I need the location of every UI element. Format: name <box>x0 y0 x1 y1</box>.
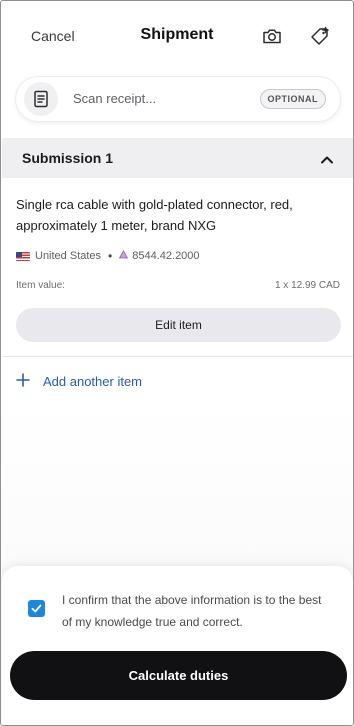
confirm-checkbox[interactable] <box>28 600 45 617</box>
item-meta: United States • 8544.42.2000 <box>16 249 200 263</box>
add-another-item-label: Add another item <box>43 373 143 389</box>
tariff-code-icon <box>119 249 129 262</box>
receipt-icon <box>24 82 58 116</box>
camera-icon[interactable] <box>261 25 283 47</box>
section-divider <box>2 356 353 357</box>
nav-header: Cancel Shipment <box>1 19 353 55</box>
submission-header[interactable]: Submission 1 <box>2 138 353 178</box>
chevron-up-icon[interactable] <box>320 152 334 170</box>
app-screen: Cancel Shipment Scan receipt... OPTIONAL <box>0 0 354 726</box>
add-another-item-button[interactable]: Add another item <box>16 372 142 390</box>
scan-receipt-button[interactable]: Scan receipt... OPTIONAL <box>16 77 340 121</box>
optional-badge: OPTIONAL <box>259 89 326 109</box>
item-description: Single rca cable with gold-plated connec… <box>16 197 293 233</box>
plus-icon <box>16 372 34 390</box>
edit-item-button[interactable]: Edit item <box>16 308 341 342</box>
page-title: Shipment <box>140 26 214 43</box>
item-value-amount: 1 x 12.99 CAD <box>274 280 340 291</box>
meta-separator: • <box>108 249 113 263</box>
tag-plus-icon[interactable] <box>309 25 331 47</box>
scan-receipt-label: Scan receipt... <box>73 91 157 106</box>
submission-title: Submission 1 <box>22 150 114 166</box>
item-hs-code: 8544.42.2000 <box>132 250 200 262</box>
item-country: United States <box>35 250 102 262</box>
calculate-duties-button[interactable]: Calculate duties <box>10 651 347 700</box>
item-value-label: Item value: <box>16 280 65 291</box>
confirm-text: I confirm that the above information is … <box>62 593 322 629</box>
us-flag-icon <box>16 251 30 261</box>
